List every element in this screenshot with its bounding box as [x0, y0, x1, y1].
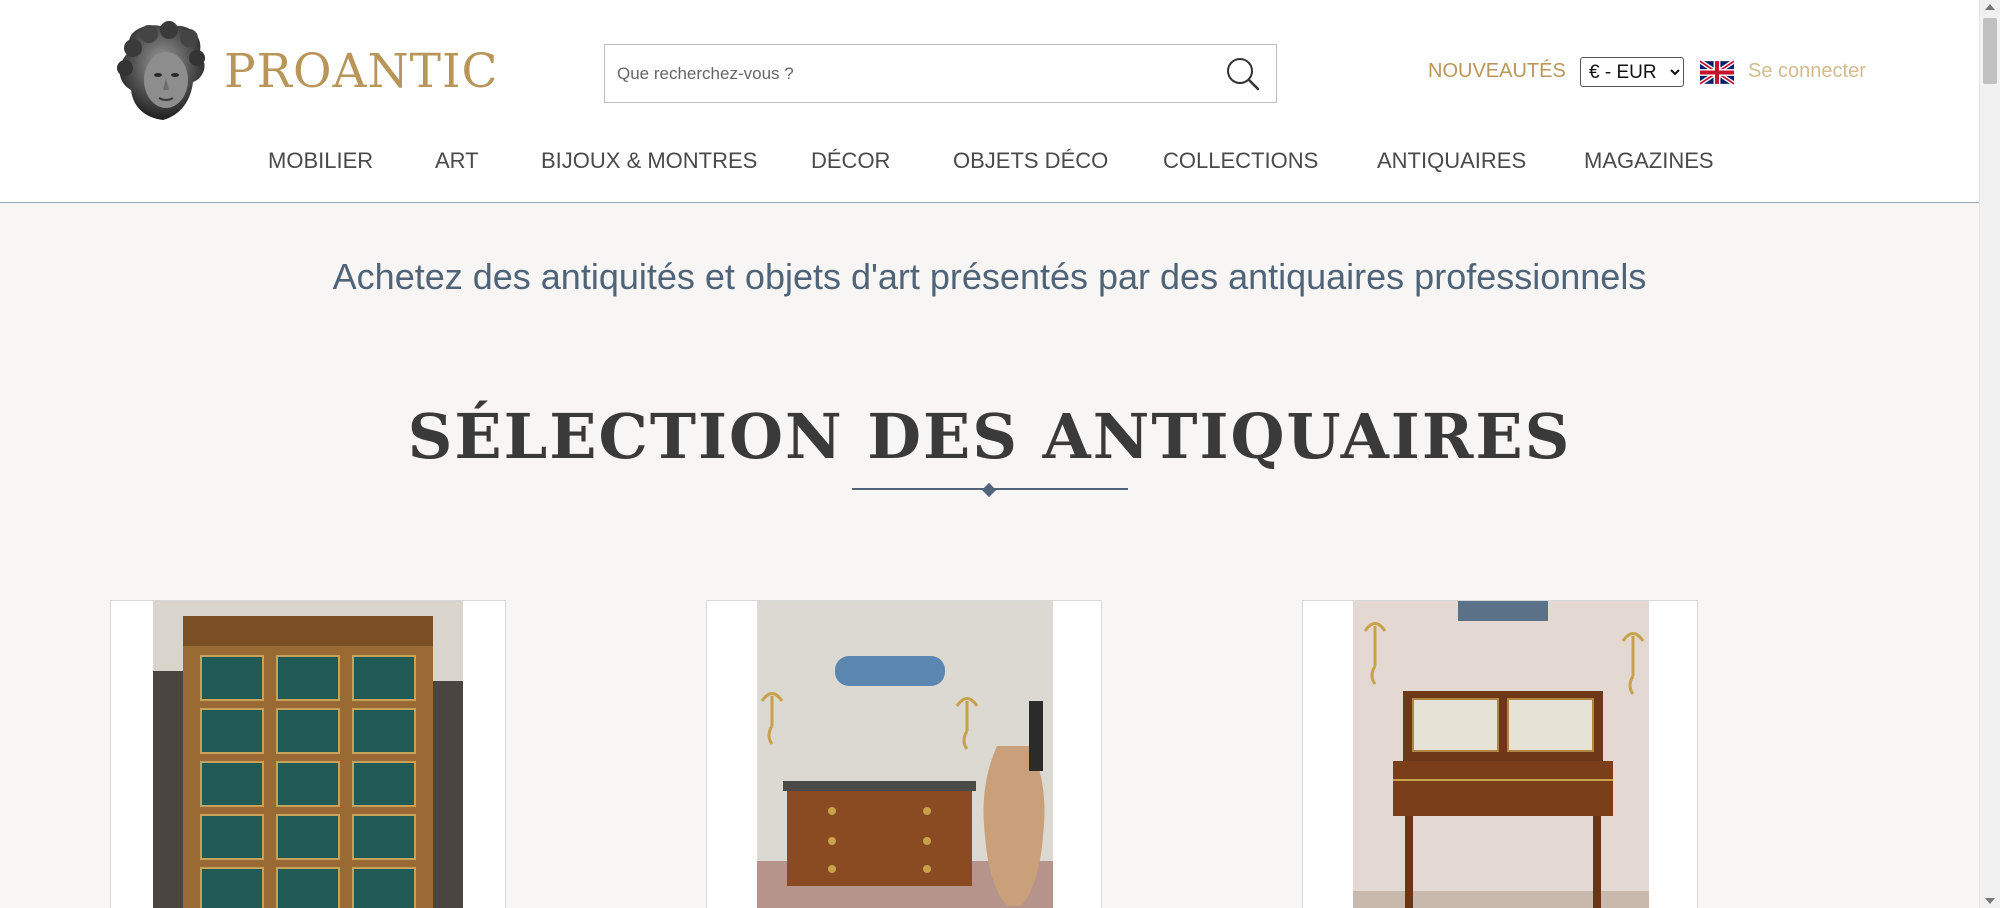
main-nav: MOBILIER ART BIJOUX & MONTRES DÉCOR OBJE… [0, 148, 1979, 178]
nav-item-decor[interactable]: DÉCOR [811, 148, 890, 174]
product-image[interactable] [757, 601, 1053, 908]
search-button[interactable] [1224, 55, 1262, 93]
scroll-down-arrow-icon[interactable] [1985, 898, 1995, 904]
nav-item-magazines[interactable]: MAGAZINES [1584, 148, 1714, 174]
nav-item-collections[interactable]: COLLECTIONS [1163, 148, 1318, 174]
search-bar [604, 44, 1277, 103]
section-title: SÉLECTION DES ANTIQUAIRES [407, 400, 1572, 473]
scrollbar-thumb[interactable] [1983, 18, 1997, 84]
nav-item-art[interactable]: ART [435, 148, 479, 174]
title-divider-ornament [981, 482, 997, 498]
product-image[interactable] [1353, 601, 1649, 908]
product-card[interactable] [1302, 600, 1698, 908]
site-header: PROANTIC NOUVEAUTÉS € - EUR Se connecter… [0, 0, 1979, 203]
classical-head-logo-icon[interactable] [111, 20, 211, 122]
product-card[interactable] [706, 600, 1102, 908]
product-card[interactable] [110, 600, 506, 908]
uk-flag-icon[interactable] [1700, 60, 1734, 85]
login-link[interactable]: Se connecter [1748, 60, 1866, 83]
page-scrollbar[interactable] [1979, 0, 2000, 908]
search-input[interactable] [605, 45, 1205, 102]
nouveautes-link[interactable]: NOUVEAUTÉS [1428, 60, 1566, 83]
brand-name[interactable]: PROANTIC [224, 44, 499, 99]
nav-item-mobilier[interactable]: MOBILIER [268, 148, 373, 174]
product-image[interactable] [153, 601, 463, 908]
currency-select[interactable]: € - EUR [1580, 57, 1684, 87]
search-icon [1227, 58, 1260, 91]
nav-item-bijoux-montres[interactable]: BIJOUX & MONTRES [541, 148, 757, 174]
nav-item-antiquaires[interactable]: ANTIQUAIRES [1377, 148, 1526, 174]
nav-item-objets-deco[interactable]: OBJETS DÉCO [953, 148, 1108, 174]
page-tagline: Achetez des antiquités et objets d'art p… [332, 256, 1647, 297]
scroll-up-arrow-icon[interactable] [1985, 4, 1995, 10]
